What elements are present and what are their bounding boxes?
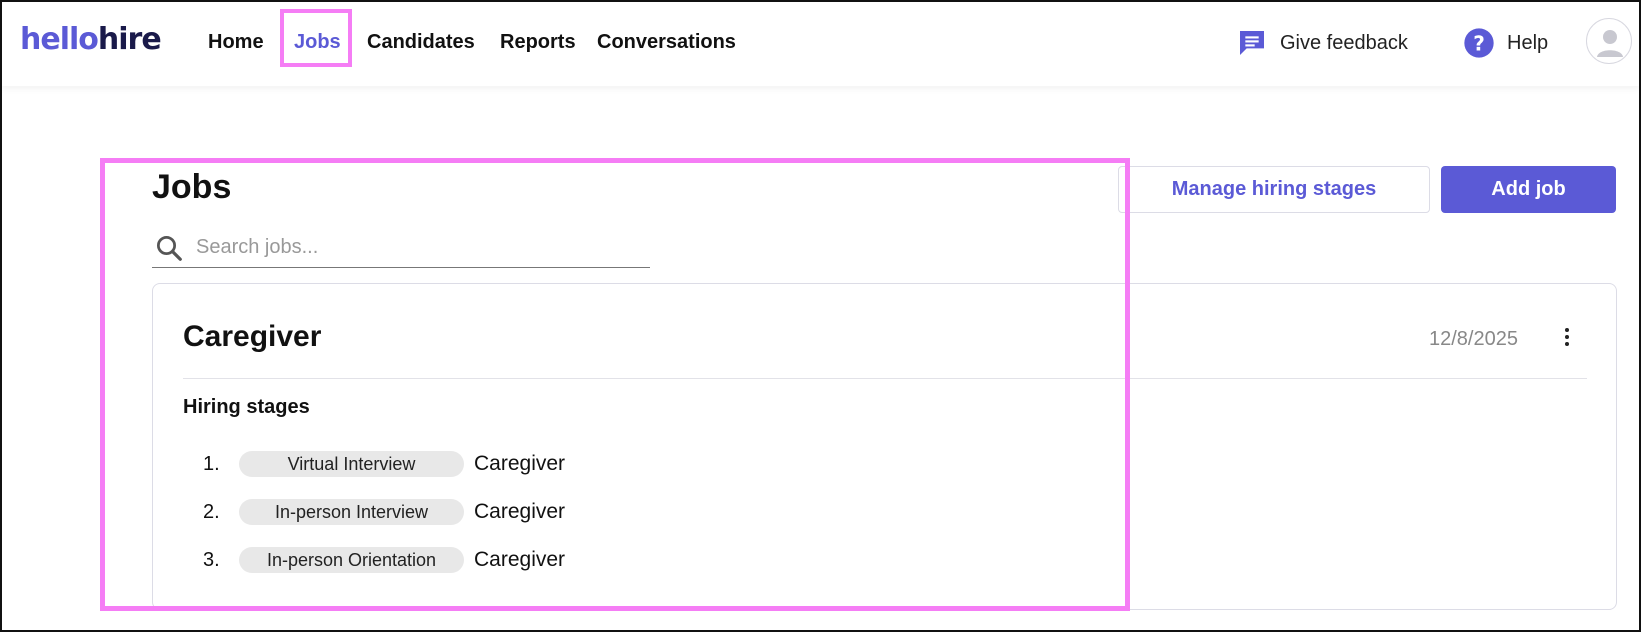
question-circle-icon: ? — [1464, 28, 1494, 58]
nav-conversations[interactable]: Conversations — [597, 24, 736, 60]
user-avatar-icon[interactable] — [1586, 18, 1632, 64]
nav-candidates[interactable]: Candidates — [367, 24, 475, 60]
more-vertical-icon[interactable] — [1552, 322, 1582, 352]
add-job-button[interactable]: Add job — [1441, 166, 1616, 213]
svg-text:?: ? — [1473, 31, 1485, 55]
help-button[interactable]: ? Help — [1463, 26, 1548, 60]
jobs-tab-highlight — [280, 9, 352, 67]
content-highlight-box — [100, 158, 1130, 611]
avatar-silhouette-icon — [1597, 30, 1623, 57]
logo-part-hello: hello — [20, 22, 99, 57]
logo-part-hire: hire — [97, 22, 162, 57]
give-feedback-button[interactable]: Give feedback — [1236, 26, 1408, 60]
hellohire-logo[interactable]: hellohire — [20, 22, 162, 57]
give-feedback-label: Give feedback — [1280, 31, 1408, 54]
job-date: 12/8/2025 — [1429, 328, 1518, 350]
chat-bubble-icon — [1240, 31, 1264, 55]
help-label: Help — [1507, 31, 1549, 54]
manage-hiring-stages-button[interactable]: Manage hiring stages — [1118, 166, 1430, 213]
nav-reports[interactable]: Reports — [500, 24, 576, 60]
nav-home[interactable]: Home — [208, 24, 264, 60]
